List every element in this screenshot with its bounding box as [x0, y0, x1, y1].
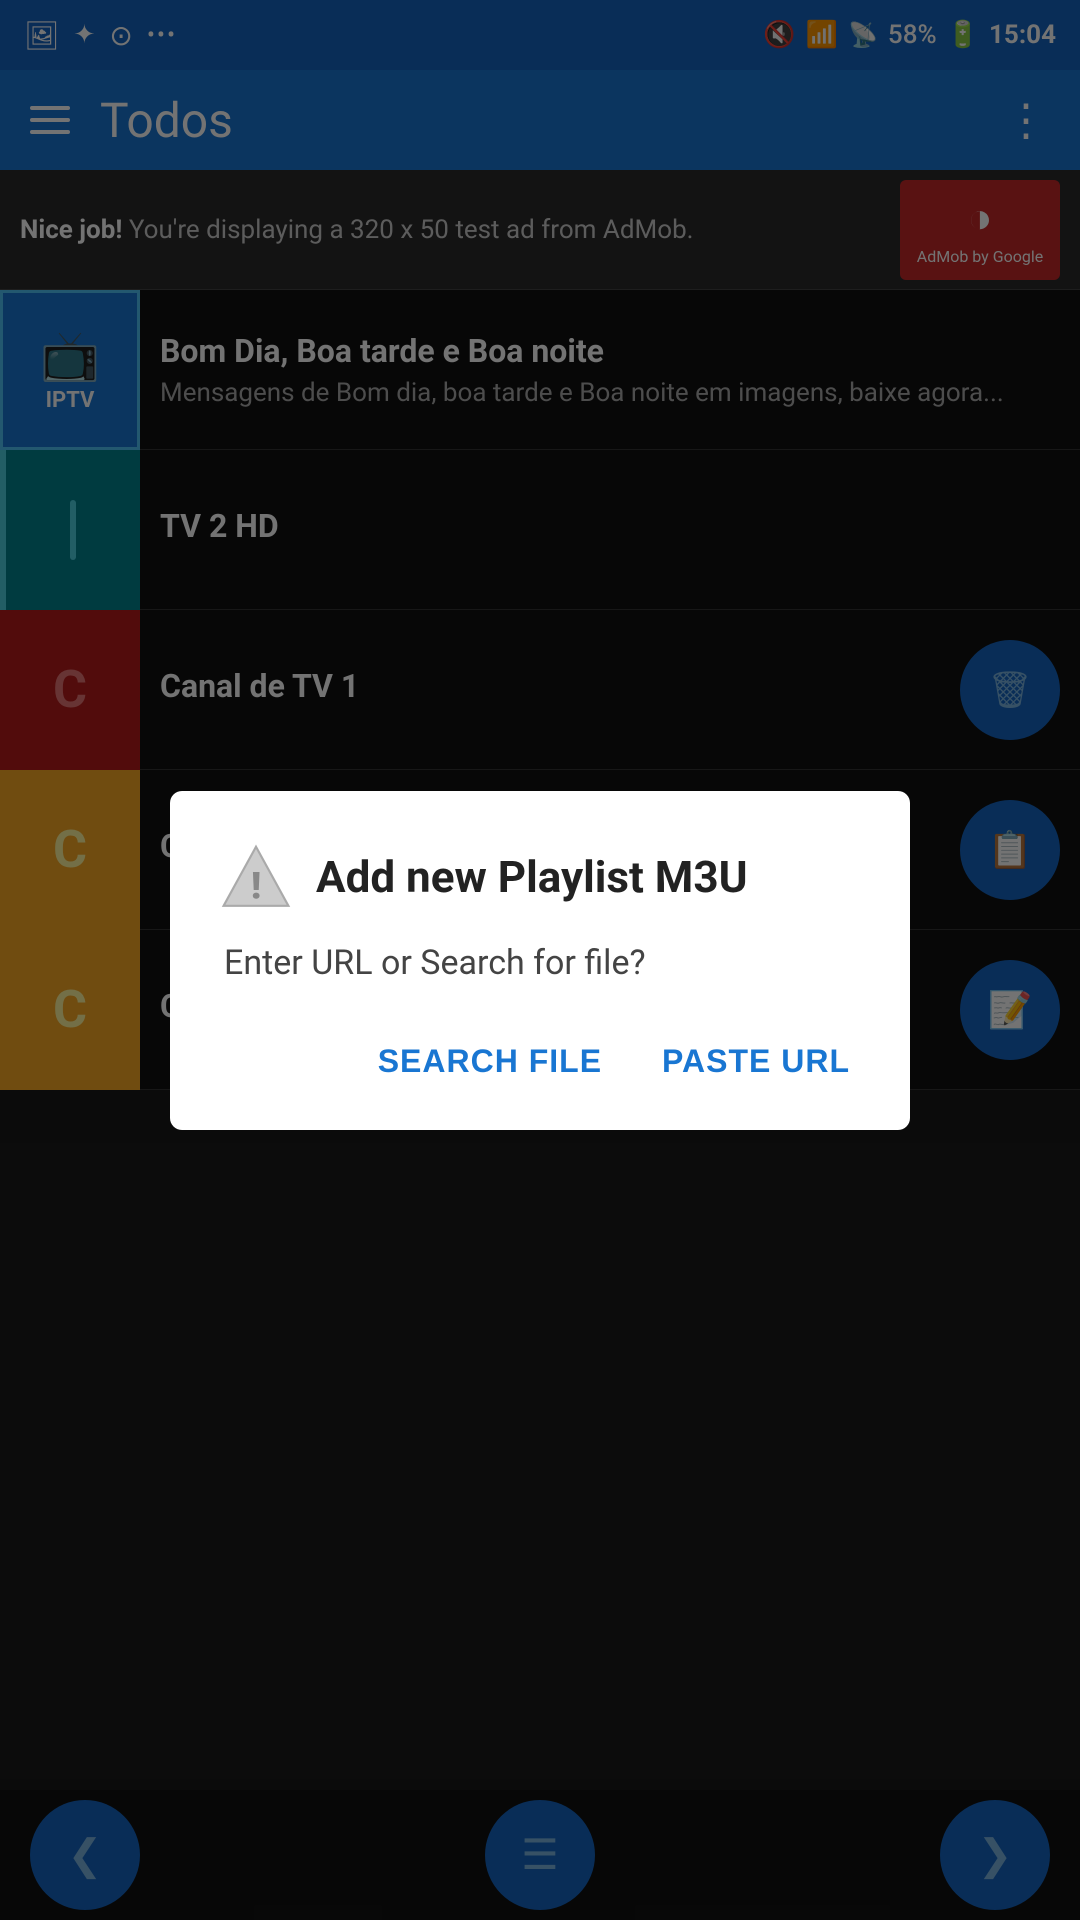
dialog-title: Add new Playlist M3U	[316, 851, 748, 903]
warning-icon: !	[220, 841, 292, 913]
modal-overlay[interactable]: ! Add new Playlist M3U Enter URL or Sear…	[0, 0, 1080, 1920]
dialog-buttons: SEARCH FILE PASTE URL	[220, 1033, 860, 1090]
svg-text:!: !	[251, 864, 261, 908]
add-playlist-dialog: ! Add new Playlist M3U Enter URL or Sear…	[170, 791, 910, 1130]
search-file-button[interactable]: SEARCH FILE	[368, 1033, 612, 1090]
dialog-header: ! Add new Playlist M3U	[220, 841, 860, 913]
dialog-message: Enter URL or Search for file?	[220, 943, 860, 983]
paste-url-button[interactable]: PASTE URL	[652, 1033, 860, 1090]
